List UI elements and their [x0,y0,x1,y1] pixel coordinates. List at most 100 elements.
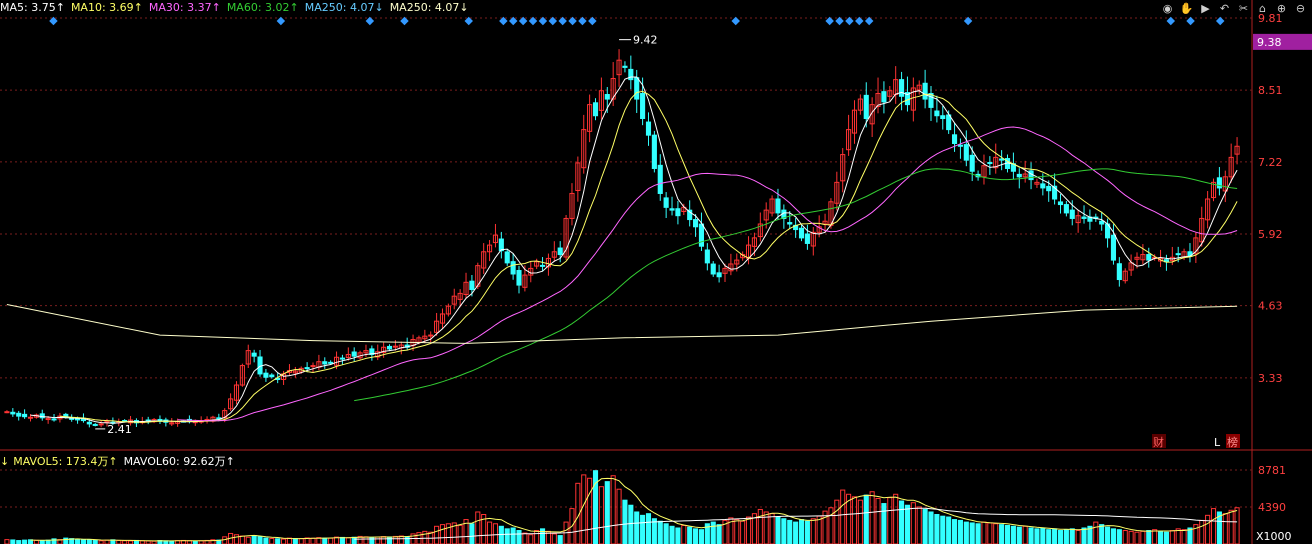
legend-item-1: MA10: 3.69↑ [70,1,143,14]
candle-body-106 [628,68,634,81]
volume-bar-85 [504,528,510,544]
volume-bar-5 [33,539,39,544]
candle-body-113 [669,208,675,211]
play-icon[interactable]: ▶ [1198,1,1213,16]
hand-icon[interactable]: ✋ [1179,1,1194,16]
volume-bar-190 [1122,530,1128,544]
volume-bar-176 [1040,527,1046,544]
candle-body-112 [663,197,669,208]
candle-body-42 [251,352,257,357]
candle-body-131 [775,198,781,214]
volume-bar-124 [734,519,740,544]
candle-body-100 [592,102,599,117]
candle-body-91 [539,264,546,267]
candle-body-114 [675,208,681,217]
legend-item-3: MA60: 3.02↑ [226,1,299,14]
volume-bar-110 [651,518,657,544]
volume-bar-147 [869,491,875,544]
volume-bar-57 [339,536,345,544]
volume-bar-74 [439,524,446,544]
candle-body-65 [386,345,393,350]
volume-bar-3 [22,539,28,544]
volume-bar-185 [1093,521,1099,544]
volume-bar-128 [757,508,763,544]
volume-bar-49 [292,538,298,544]
candle-body-133 [787,222,793,225]
scissors-icon[interactable]: ✂ [1236,1,1251,16]
volume-bar-133 [787,519,793,544]
price-tick-2: 7.22 [1258,156,1283,169]
volume-bar-44 [263,537,269,544]
volume-unit-label: X1000 [1256,530,1292,543]
volume-bar-47 [281,538,287,544]
candle-body-167 [987,162,993,165]
volume-bar-12 [75,539,81,544]
price-tick-4: 4.63 [1258,300,1283,313]
volume-bar-179 [1057,530,1064,544]
lock-icon[interactable]: ⌂ [1255,1,1270,16]
volume-bar-199 [1175,528,1181,544]
eye-icon[interactable]: ◉ [1160,1,1175,16]
candle-body-136 [804,233,810,244]
volume-bar-160 [946,516,952,544]
volume-bar-41 [245,536,251,544]
volume-bar-79 [469,523,475,544]
volume-bar-173 [1022,525,1028,544]
volume-bar-207 [1222,513,1228,544]
candles-group [4,49,1240,428]
candle-body-161 [951,134,958,144]
undo-icon[interactable]: ↶ [1217,1,1232,16]
candle-body-162 [957,144,963,147]
candle-body-54 [322,361,328,365]
volume-bar-89 [528,534,534,544]
volume-legend-prefix: ↓ [0,455,10,468]
candle-body-72 [428,334,434,337]
volume-bar-7 [45,539,51,544]
candle-body-176 [1040,183,1046,189]
volume-bar-172 [1016,526,1022,544]
candle-body-107 [634,77,640,100]
volume-bar-140 [828,507,834,544]
volume-bar-111 [657,520,663,544]
volume-bar-50 [298,538,304,544]
candle-body-109 [645,121,652,136]
candle-body-174 [1028,170,1034,181]
volume-bar-77 [457,524,463,544]
volume-bar-135 [798,519,805,544]
volume-bar-187 [1105,526,1111,544]
volume-legend-item-1: MAVOL60: 92.62万↑ [123,455,235,468]
candle-body-110 [651,134,657,169]
volume-bar-161 [951,519,958,544]
volume-bar-142 [840,489,846,544]
volume-bar-168 [993,523,999,544]
volume-bar-116 [687,526,693,544]
candle-body-4 [27,416,34,419]
volume-bar-158 [934,514,940,544]
legend-item-0: MA5: 3.75↑ [0,1,65,14]
volume-bar-186 [1099,524,1105,544]
candle-body-55 [328,361,334,364]
volume-bar-131 [775,516,781,544]
event-marker-24 [1215,16,1225,26]
volume-bar-137 [810,518,816,544]
zoom-in-icon[interactable]: ⊕ [1274,1,1289,16]
volume-bar-67 [398,535,404,544]
volume-legend-item-0: MAVOL5: 173.4万↑ [13,455,118,468]
volume-bar-103 [610,475,616,544]
volume-bar-105 [622,499,628,544]
volume-bar-197 [1163,531,1169,544]
price-tick-1: 8.51 [1258,84,1283,97]
volume-bar-65 [386,536,393,544]
ma-line-ma60 [354,168,1238,402]
candle-body-86 [510,261,516,275]
zoom-out-icon[interactable]: ⊖ [1293,1,1308,16]
volume-bar-204 [1205,514,1211,544]
volume-bar-209 [1234,507,1240,544]
volume-bar-149 [881,503,887,544]
volume-bar-62 [369,536,375,544]
candle-body-183 [1081,216,1087,219]
candle-body-52 [310,365,316,368]
volume-bar-203 [1199,519,1205,544]
volume-bar-104 [616,488,622,544]
finance-badge-label: 财 [1153,435,1164,449]
